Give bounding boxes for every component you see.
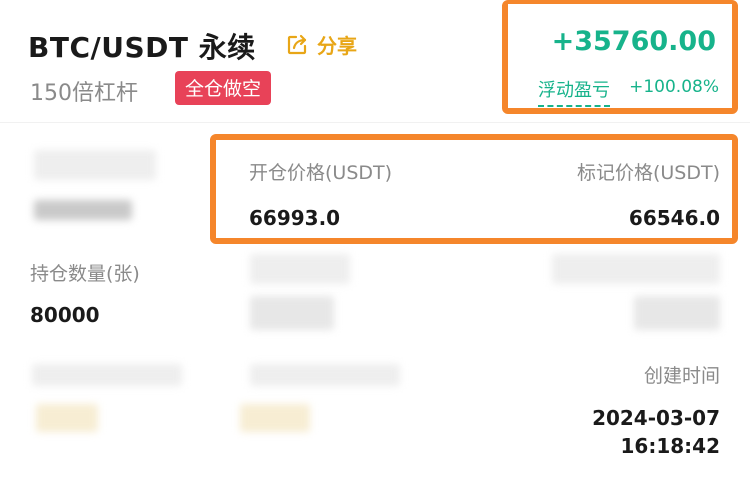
created-time-label: 创建时间 [643,365,720,387]
redacted-value [34,200,132,220]
pnl-percent: +100.08% [629,77,719,97]
margin-mode-badge: 全仓做空 [175,71,272,105]
mark-price-label: 标记价格(USDT) [576,162,720,184]
redacted-value [240,404,310,432]
redacted-value [250,296,334,330]
pnl-highlight-box: +35760.00 浮动盈亏 +100.08% [502,0,738,114]
leverage-text: 150倍杠杆 [30,81,138,106]
share-button[interactable]: 分享 [285,30,357,59]
redacted-label [32,364,182,386]
redacted-label [250,254,350,284]
entry-price-label: 开仓价格(USDT) [249,162,393,184]
pnl-value: +35760.00 [551,26,716,57]
page-title: BTC/USDT 永续 [28,31,256,64]
created-date: 2024-03-07 [592,406,720,430]
redacted-label [34,150,156,180]
header-divider [0,122,750,123]
redacted-label [552,254,720,284]
share-icon [285,33,309,57]
entry-price-value: 66993.0 [249,206,341,230]
price-highlight-box: 开仓价格(USDT) 66993.0 标记价格(USDT) 66546.0 [210,134,738,244]
redacted-value [36,404,98,432]
share-label: 分享 [317,34,357,58]
position-size-label: 持仓数量(张) [30,263,140,285]
pnl-label[interactable]: 浮动盈亏 [538,76,610,107]
redacted-label [250,364,400,386]
position-size-value: 80000 [30,303,100,327]
mark-price-value: 66546.0 [628,206,720,230]
created-time: 16:18:42 [620,434,721,458]
redacted-value [634,296,720,330]
